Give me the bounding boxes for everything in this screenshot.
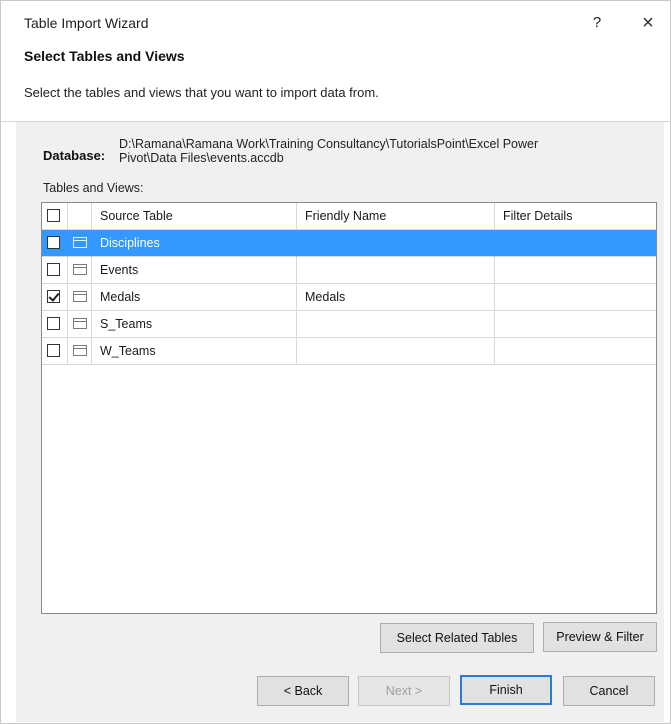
database-path-line-2: Pivot\Data Files\events.accdb bbox=[119, 151, 284, 165]
source-table-cell: Medals bbox=[92, 284, 297, 311]
wizard-header: Select Tables and Views Select the table… bbox=[1, 39, 670, 122]
help-button[interactable]: ? bbox=[584, 11, 610, 35]
preview-filter-button[interactable]: Preview & Filter bbox=[543, 622, 657, 652]
table-row[interactable]: W_Teams bbox=[42, 338, 656, 365]
header-icon-cell bbox=[68, 203, 92, 230]
back-button[interactable]: < Back bbox=[257, 676, 349, 706]
friendly-name-cell[interactable] bbox=[297, 311, 495, 338]
friendly-name-cell[interactable] bbox=[297, 338, 495, 365]
source-table-cell: Events bbox=[92, 257, 297, 284]
friendly-name-cell[interactable] bbox=[297, 257, 495, 284]
next-button[interactable]: Next > bbox=[358, 676, 450, 706]
database-path: D:\Ramana\Ramana Work\Training Consultan… bbox=[119, 137, 639, 165]
table-icon bbox=[73, 318, 87, 329]
row-checkbox[interactable] bbox=[47, 290, 60, 303]
filter-details-cell[interactable] bbox=[495, 338, 656, 365]
cancel-button[interactable]: Cancel bbox=[563, 676, 655, 706]
select-all-cell[interactable] bbox=[42, 203, 68, 230]
tables-and-views-label: Tables and Views: bbox=[43, 181, 144, 195]
table-row[interactable]: Disciplines bbox=[42, 230, 656, 257]
source-table-cell: W_Teams bbox=[92, 338, 297, 365]
source-table-cell: Disciplines bbox=[92, 230, 297, 257]
column-header-filter-details[interactable]: Filter Details bbox=[495, 203, 656, 230]
tables-grid[interactable]: Source Table Friendly Name Filter Detail… bbox=[41, 202, 657, 614]
database-path-line-1: D:\Ramana\Ramana Work\Training Consultan… bbox=[119, 137, 539, 151]
table-import-wizard-dialog: Table Import Wizard ? × Select Tables an… bbox=[0, 0, 671, 724]
row-checkbox[interactable] bbox=[47, 263, 60, 276]
table-icon bbox=[73, 291, 87, 302]
database-label: Database: bbox=[43, 148, 106, 163]
friendly-name-cell[interactable] bbox=[297, 230, 495, 257]
filter-details-cell[interactable] bbox=[495, 284, 656, 311]
table-icon bbox=[73, 237, 87, 248]
column-header-source-table[interactable]: Source Table bbox=[92, 203, 297, 230]
table-icon bbox=[73, 264, 87, 275]
window-title: Table Import Wizard bbox=[24, 15, 149, 31]
row-checkbox[interactable] bbox=[47, 317, 60, 330]
row-checkbox[interactable] bbox=[47, 344, 60, 357]
filter-details-cell[interactable] bbox=[495, 230, 656, 257]
select-related-tables-button[interactable]: Select Related Tables bbox=[380, 623, 534, 653]
filter-details-cell[interactable] bbox=[495, 311, 656, 338]
table-row[interactable]: Events bbox=[42, 257, 656, 284]
table-row[interactable]: S_Teams bbox=[42, 311, 656, 338]
table-row[interactable]: Medals Medals bbox=[42, 284, 656, 311]
source-table-cell: S_Teams bbox=[92, 311, 297, 338]
finish-button[interactable]: Finish bbox=[460, 675, 552, 705]
close-button[interactable]: × bbox=[633, 10, 663, 36]
step-title: Select Tables and Views bbox=[24, 48, 185, 64]
table-icon bbox=[73, 345, 87, 356]
title-bar: Table Import Wizard ? × bbox=[1, 1, 670, 39]
row-checkbox[interactable] bbox=[47, 236, 60, 249]
select-all-checkbox[interactable] bbox=[47, 209, 60, 222]
friendly-name-cell[interactable]: Medals bbox=[297, 284, 495, 311]
column-header-friendly-name[interactable]: Friendly Name bbox=[297, 203, 495, 230]
step-description: Select the tables and views that you wan… bbox=[24, 85, 379, 100]
grid-header-row: Source Table Friendly Name Filter Detail… bbox=[42, 203, 656, 230]
filter-details-cell[interactable] bbox=[495, 257, 656, 284]
